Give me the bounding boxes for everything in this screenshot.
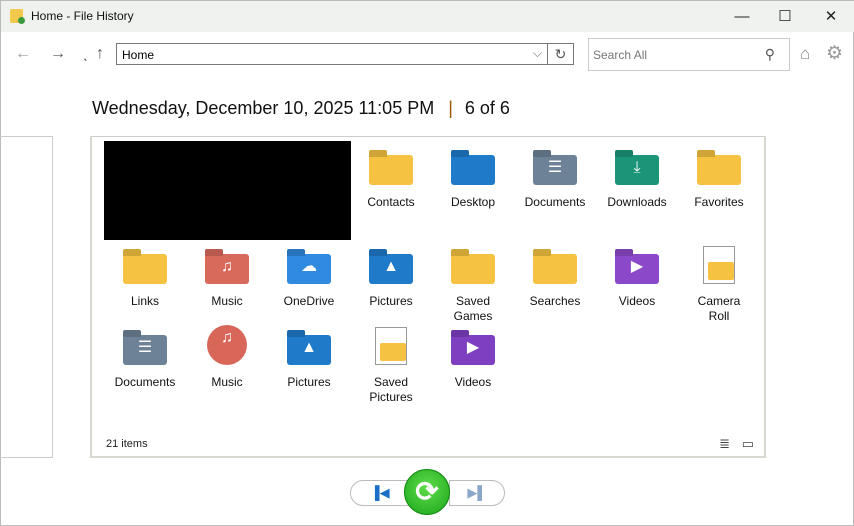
videos-folder-icon: ▶: [451, 335, 495, 365]
favorites-folder-icon: [697, 155, 741, 185]
folder-item[interactable]: Searches: [514, 240, 596, 321]
item-label: Videos: [618, 294, 656, 308]
item-label: Documents: [524, 195, 586, 209]
item-label: Links: [130, 294, 159, 308]
item-label: Pictures: [287, 375, 331, 389]
desktop-folder-icon: [451, 155, 495, 185]
folder-item[interactable]: Desktop: [432, 141, 514, 240]
contacts-folder-icon: [369, 155, 413, 185]
items-grid: Contacts Desktop ☰ Documents ⤓ Downloads Favor…: [104, 141, 760, 411]
previous-version-button[interactable]: ▐◀: [350, 480, 410, 506]
documents-folder-icon: ☰: [533, 155, 577, 185]
folder-item[interactable]: Favorites: [678, 141, 760, 240]
title-bar: Home - File History — ☐ ✕: [1, 1, 854, 32]
item-label: Music: [211, 375, 243, 389]
close-button[interactable]: ✕: [811, 5, 851, 29]
folder-item[interactable]: ▲ Pictures: [350, 240, 432, 321]
backup-position: 6 of 6: [464, 98, 510, 118]
folder-item[interactable]: Camera Roll: [678, 240, 760, 323]
glyph: ☰: [547, 159, 563, 176]
glyph: ☰: [137, 339, 153, 356]
file-history-icon: [10, 9, 25, 24]
tiles-view-button[interactable]: ▭: [742, 436, 754, 452]
item-label: Music: [211, 294, 243, 308]
item-label: Downloads: [607, 195, 667, 209]
file-view: Contacts Desktop ☰ Documents ⤓ Downloads Favor…: [90, 136, 766, 458]
folder-item[interactable]: Links: [104, 240, 186, 321]
camera-roll-folder-icon: [703, 246, 735, 284]
glyph: ☁: [301, 258, 317, 275]
redacted-area: [104, 141, 351, 240]
glyph: ♫: [221, 329, 233, 346]
glyph: ▶: [630, 258, 644, 275]
folder-item[interactable]: ♫ Music: [186, 240, 268, 321]
item-count: 21 items: [106, 438, 148, 450]
backup-header: Wednesday, December 10, 2025 11:05 PM | 6 …: [92, 98, 510, 119]
search-icon[interactable]: ⚲: [765, 46, 775, 63]
onedrive-folder-icon: ☁: [287, 254, 331, 284]
item-label: Videos: [454, 375, 492, 389]
forward-button[interactable]: →: [50, 45, 66, 63]
next-version-button[interactable]: ▶▌: [449, 480, 505, 506]
gear-icon[interactable]: ⚙: [826, 42, 843, 65]
music-folder-icon: ♫: [205, 254, 249, 284]
up-button[interactable]: ↑: [96, 45, 104, 63]
item-label: Documents: [114, 375, 176, 389]
search-placeholder: Search All: [593, 48, 648, 62]
folder-item[interactable]: ▶ Videos: [432, 321, 514, 411]
refresh-button[interactable]: ↻: [548, 43, 574, 65]
saved-pictures-folder-icon: [375, 327, 407, 365]
item-label: Contacts: [367, 195, 415, 209]
chevron-down-icon[interactable]: ⌵: [533, 46, 542, 61]
home-icon[interactable]: ⌂: [800, 44, 810, 64]
restore-button[interactable]: ⟳: [404, 469, 450, 515]
item-label: Pictures: [369, 294, 413, 308]
glyph: ♫: [221, 258, 233, 275]
glyph: ⤓: [633, 159, 641, 176]
search-input[interactable]: Search All ⚲: [588, 38, 790, 71]
recent-locations-button[interactable]: ˎ: [83, 45, 88, 63]
item-label: Favorites: [694, 195, 744, 209]
saved-games-folder-icon: [451, 254, 495, 284]
folder-item[interactable]: ☰ Documents: [514, 141, 596, 240]
address-bar[interactable]: Home ⌵: [116, 43, 548, 65]
item-label: Desktop: [450, 195, 496, 209]
pictures-folder-icon: ▲: [369, 254, 413, 284]
folder-item[interactable]: ♫ Music: [186, 321, 268, 411]
downloads-folder-icon: ⤓: [615, 155, 659, 185]
folder-item[interactable]: ☰ Documents: [104, 321, 186, 411]
folder-item[interactable]: ▲ Pictures: [268, 321, 350, 411]
item-label: Camera Roll: [697, 294, 741, 323]
links-folder-icon: [123, 254, 167, 284]
folder-item[interactable]: ▶ Videos: [596, 240, 678, 321]
pictures-folder-icon: ▲: [287, 335, 331, 365]
backup-date: Wednesday, December 10, 2025 11:05 PM: [92, 98, 435, 118]
folder-item[interactable]: Saved Pictures: [350, 321, 432, 411]
details-view-button[interactable]: ≣: [719, 436, 730, 452]
separator: |: [448, 98, 453, 118]
glyph: ▲: [301, 339, 317, 356]
videos-folder-icon: ▶: [615, 254, 659, 284]
documents-folder-icon: ☰: [123, 335, 167, 365]
item-label: Searches: [529, 294, 581, 308]
folder-item[interactable]: Saved Games: [432, 240, 514, 323]
minimize-button[interactable]: —: [722, 5, 762, 29]
window-title: Home - File History: [31, 9, 134, 23]
folder-item[interactable]: ☁ OneDrive: [268, 240, 350, 321]
glyph: ▶: [466, 339, 480, 356]
address-text: Home: [122, 48, 155, 62]
searches-folder-icon: [533, 254, 577, 284]
item-label: OneDrive: [283, 294, 335, 308]
glyph: ▲: [383, 258, 399, 275]
item-label: Saved Pictures: [369, 375, 413, 404]
folder-item[interactable]: ⤓ Downloads: [596, 141, 678, 240]
back-button[interactable]: ←: [15, 45, 31, 63]
item-label: Saved Games: [453, 294, 493, 323]
music-folder-icon: ♫: [207, 325, 247, 365]
previous-version-pane[interactable]: [0, 136, 53, 458]
folder-item[interactable]: Contacts: [350, 141, 432, 240]
maximize-button[interactable]: ☐: [765, 5, 805, 29]
